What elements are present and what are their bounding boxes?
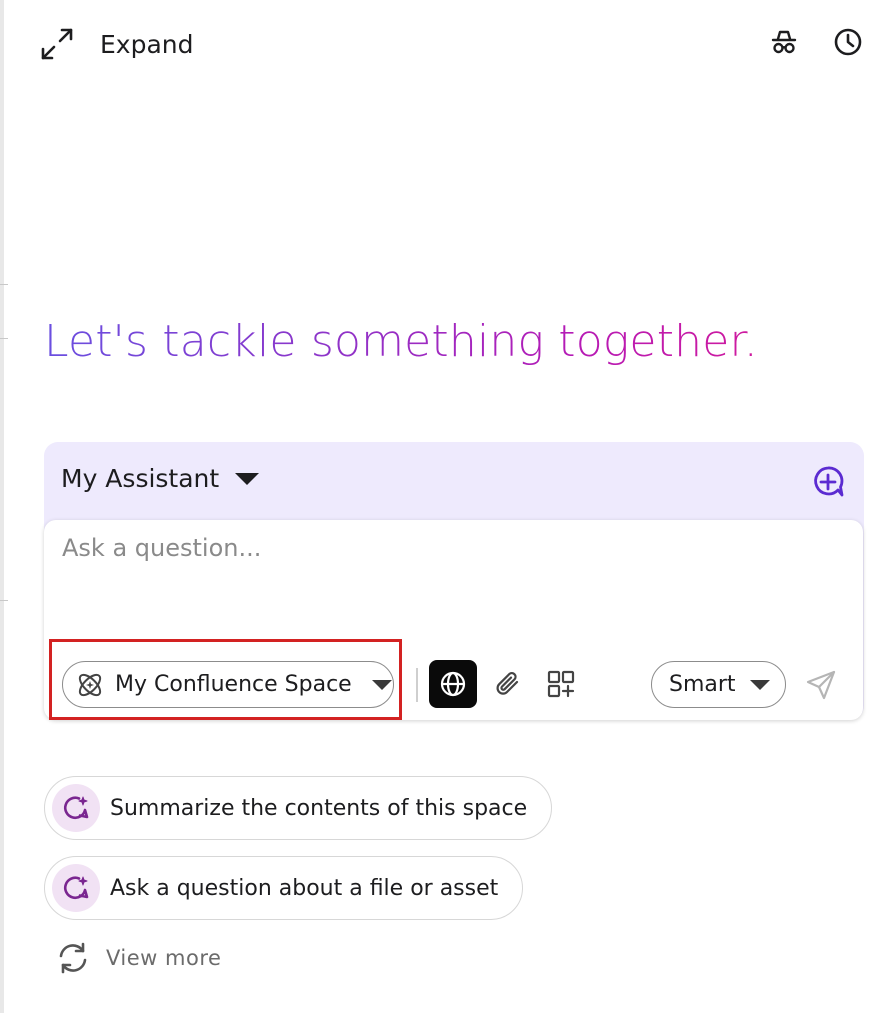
- globe-icon: [440, 671, 466, 697]
- clock-icon: [834, 28, 862, 56]
- send-button[interactable]: [798, 662, 844, 708]
- new-chat-button[interactable]: [810, 464, 846, 500]
- chevron-down-icon: [371, 679, 392, 690]
- toolbar-divider: [416, 668, 418, 702]
- paperclip-icon: [496, 672, 519, 695]
- suggestion-chip[interactable]: Ask a question about a file or asset: [44, 856, 524, 920]
- chevron-down-icon: [749, 679, 770, 690]
- chat-composer: My Confluence Space: [44, 520, 863, 720]
- arrows-expand-icon: [41, 28, 73, 60]
- incognito-icon: [771, 30, 797, 54]
- sparkle-chat-icon: [63, 876, 89, 900]
- sparkle-chat-icon: [63, 796, 89, 820]
- expand-button[interactable]: Expand: [40, 24, 194, 64]
- send-icon: [806, 670, 836, 700]
- incognito-button[interactable]: [766, 24, 802, 60]
- space-selector[interactable]: My Confluence Space: [62, 661, 394, 708]
- chevron-down-icon: [235, 472, 260, 485]
- mode-label: Smart: [669, 672, 736, 697]
- mode-selector[interactable]: Smart: [651, 661, 786, 708]
- assistant-name: My Assistant: [61, 464, 220, 493]
- suggestion-icon-bg: [52, 864, 100, 912]
- space-selector-label: My Confluence Space: [115, 672, 352, 697]
- edge-divider: [0, 338, 8, 339]
- panel-header: Expand: [0, 0, 878, 86]
- add-app-button[interactable]: [537, 660, 585, 708]
- suggestion-chip[interactable]: Summarize the contents of this space: [44, 776, 553, 840]
- view-more-button[interactable]: View more: [56, 938, 221, 978]
- left-edge-border: [0, 0, 4, 1013]
- confluence-space-icon: [78, 673, 102, 696]
- history-button[interactable]: [830, 24, 866, 60]
- expand-label: Expand: [100, 29, 194, 59]
- question-input[interactable]: [62, 534, 842, 614]
- refresh-icon: [59, 942, 87, 974]
- web-search-toggle[interactable]: [429, 660, 477, 708]
- suggestion-label: Summarize the contents of this space: [110, 795, 528, 821]
- welcome-headline: Let's tackle something together.: [44, 316, 758, 367]
- new-chat-plus-icon: [814, 466, 844, 497]
- grid-plus-icon: [547, 670, 575, 698]
- suggestion-icon-bg: [52, 784, 100, 832]
- assistant-card: My Assistant My Confluence Space: [44, 442, 864, 720]
- suggestion-label: Ask a question about a file or asset: [110, 875, 499, 901]
- attach-button[interactable]: [484, 660, 532, 708]
- edge-divider: [0, 284, 8, 285]
- view-more-label: View more: [106, 946, 222, 970]
- assistant-selector[interactable]: My Assistant: [61, 464, 260, 493]
- edge-divider: [0, 600, 8, 601]
